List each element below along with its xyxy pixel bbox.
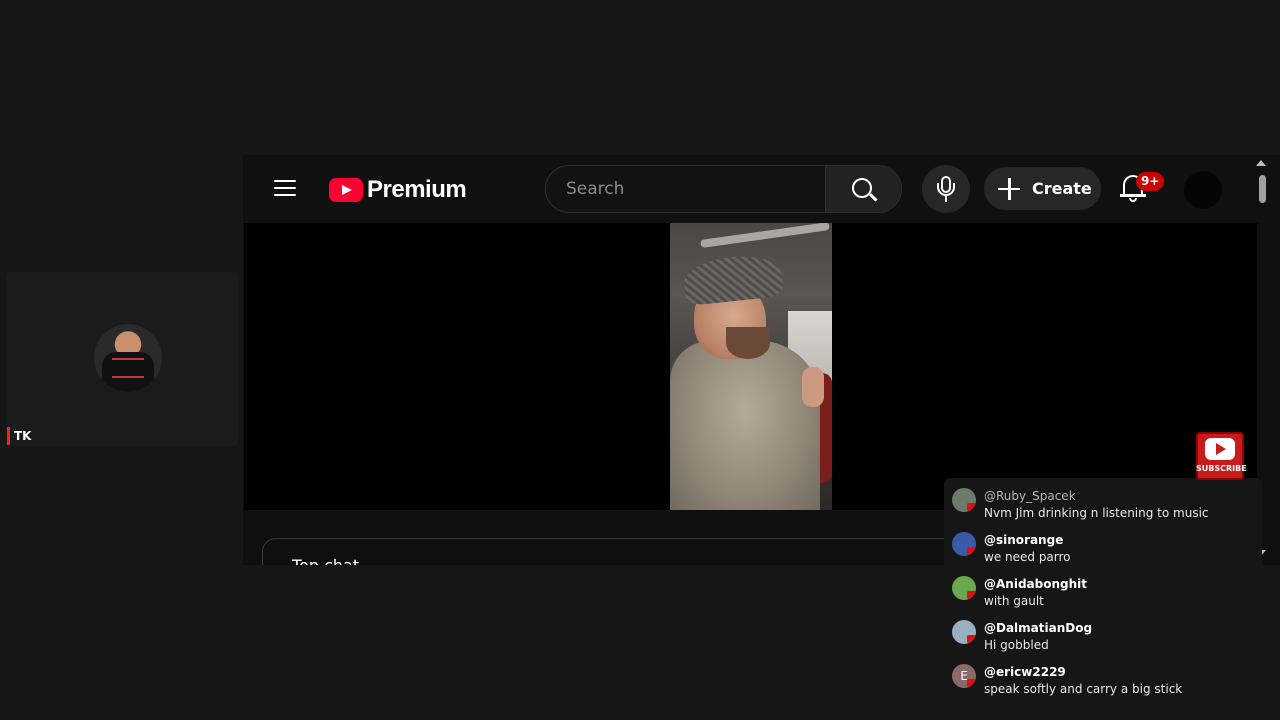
scrollbar-up-arrow-icon[interactable]: [1256, 160, 1266, 166]
chat-text: Hi gobbled: [984, 638, 1049, 652]
youtube-topbar: Premium Create 9+: [243, 155, 1280, 223]
plus-icon: [998, 177, 1020, 200]
video-player[interactable]: [244, 223, 1257, 510]
subscribe-button[interactable]: SUBSCRIBE: [1196, 432, 1247, 480]
youtube-premium-logo[interactable]: Premium: [329, 176, 467, 203]
participant-name: TK: [14, 429, 32, 443]
video-frame: [670, 223, 832, 510]
chat-message: @sinorange we need parro: [952, 525, 1252, 565]
youtube-play-icon: [329, 178, 363, 202]
search-input[interactable]: [546, 166, 825, 212]
chat-username: @Ruby_Spacek: [984, 489, 1076, 503]
chat-avatar: [952, 620, 976, 644]
youtube-icon: [1205, 438, 1235, 460]
chat-text: Nvm Jim drinking n listening to music: [984, 506, 1209, 520]
chat-username: @Anidabonghit: [984, 577, 1087, 591]
chat-overlay: @Ruby_Spacek Nvm Jim drinking n listenin…: [944, 478, 1262, 704]
chat-username: @DalmatianDog: [984, 621, 1093, 635]
chat-avatar: [952, 488, 976, 512]
chat-avatar: E: [952, 664, 976, 688]
chat-username: @ericw2229: [984, 665, 1066, 679]
scrollbar-thumb[interactable]: [1259, 175, 1266, 203]
chat-avatar: [952, 532, 976, 556]
voice-search-button[interactable]: [922, 165, 970, 213]
chat-message: @DalmatianDog Hi gobbled: [952, 613, 1252, 653]
chat-panel-title[interactable]: Top chat: [292, 556, 359, 565]
brand-text: Premium: [367, 176, 467, 203]
participant-avatar: [94, 324, 162, 392]
search-button[interactable]: [825, 166, 901, 212]
profile-avatar[interactable]: [1184, 171, 1222, 209]
chat-text: we need parro: [984, 550, 1071, 564]
chat-message: @Ruby_Spacek Nvm Jim drinking n listenin…: [952, 481, 1252, 521]
create-button[interactable]: Create: [984, 167, 1101, 210]
subscribe-label: SUBSCRIBE: [1196, 464, 1247, 473]
chat-message: @Anidabonghit with gault: [952, 569, 1252, 609]
chat-avatar: [952, 576, 976, 600]
create-label: Create: [1032, 179, 1092, 198]
search-box: [545, 165, 902, 213]
chat-text: with gault: [984, 594, 1044, 608]
participant-tile[interactable]: TK: [6, 272, 238, 446]
chat-text: speak softly and carry a big stick: [984, 682, 1183, 696]
hamburger-menu-icon[interactable]: [274, 180, 296, 198]
speaker-indicator: [7, 427, 10, 445]
notifications-badge: 9+: [1136, 172, 1165, 191]
chat-username: @sinorange: [984, 533, 1064, 547]
chat-message: E @ericw2229 speak softly and carry a bi…: [952, 657, 1252, 697]
